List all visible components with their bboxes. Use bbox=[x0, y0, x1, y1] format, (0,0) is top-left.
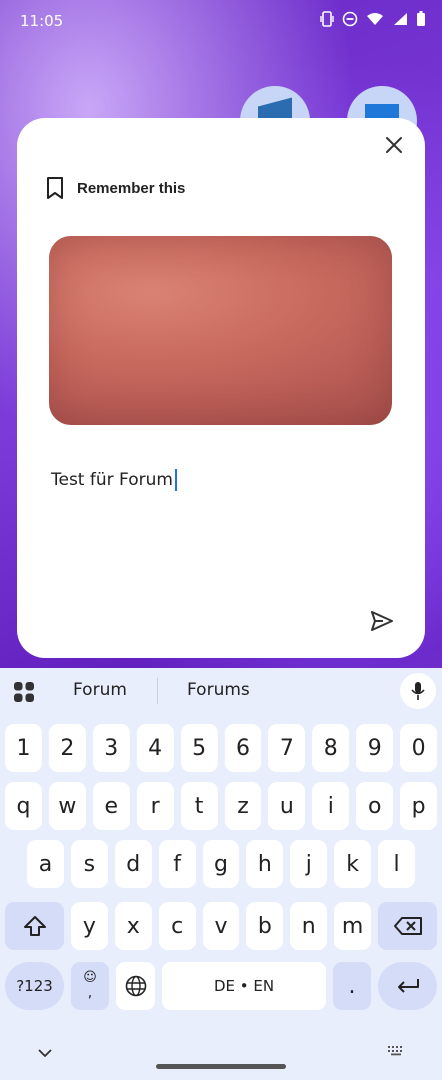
navigation-bar bbox=[0, 1030, 442, 1080]
key[interactable]: i bbox=[312, 782, 350, 830]
symbols-key[interactable]: ?123 bbox=[5, 962, 64, 1010]
comma-label: , bbox=[87, 985, 93, 1001]
key[interactable]: 3 bbox=[92, 724, 130, 772]
status-bar: 11:05 bbox=[0, 0, 442, 40]
note-input[interactable]: Test für Forum bbox=[51, 469, 177, 491]
key[interactable]: y bbox=[71, 902, 108, 950]
key[interactable]: c bbox=[158, 902, 196, 950]
key[interactable]: j bbox=[290, 840, 328, 888]
key[interactable]: 4 bbox=[136, 724, 174, 772]
key[interactable]: q bbox=[5, 782, 42, 830]
letter-row-1: q w e r t z u i o p bbox=[5, 782, 438, 830]
keyboard: Forum Forums 1 2 3 4 5 6 7 8 9 0 q w e r… bbox=[0, 668, 442, 1080]
key[interactable]: x bbox=[114, 902, 152, 950]
battery-icon bbox=[417, 11, 425, 26]
number-row: 1 2 3 4 5 6 7 8 9 0 bbox=[5, 724, 438, 772]
key[interactable]: v bbox=[202, 902, 240, 950]
remember-this-sheet: Remember this Test für Forum bbox=[17, 118, 425, 658]
key[interactable]: 0 bbox=[400, 724, 438, 772]
key[interactable]: s bbox=[70, 840, 108, 888]
wifi-icon bbox=[367, 13, 383, 25]
key[interactable]: d bbox=[114, 840, 152, 888]
key[interactable]: f bbox=[158, 840, 196, 888]
hide-keyboard-icon[interactable] bbox=[38, 1049, 52, 1058]
suggestion-1[interactable]: Forum bbox=[73, 680, 127, 700]
key[interactable]: 7 bbox=[268, 724, 306, 772]
shift-key[interactable] bbox=[5, 902, 64, 950]
note-text: Test für Forum bbox=[51, 470, 173, 490]
emoji-comma-key[interactable]: ☺ , bbox=[71, 962, 109, 1010]
status-icons bbox=[320, 11, 426, 27]
key[interactable]: 8 bbox=[312, 724, 350, 772]
letter-row-2: a s d f g h j k l bbox=[27, 840, 416, 888]
globe-icon bbox=[125, 975, 146, 997]
key[interactable]: o bbox=[356, 782, 394, 830]
key[interactable]: p bbox=[400, 782, 438, 830]
period-key[interactable]: . bbox=[333, 962, 371, 1010]
vibrate-icon bbox=[320, 11, 334, 27]
key[interactable]: z bbox=[224, 782, 262, 830]
key[interactable]: 5 bbox=[180, 724, 218, 772]
dnd-icon bbox=[342, 11, 358, 27]
bookmark-icon bbox=[47, 177, 63, 199]
key[interactable]: 6 bbox=[224, 724, 262, 772]
key[interactable]: r bbox=[136, 782, 174, 830]
backspace-key[interactable] bbox=[378, 902, 438, 950]
emoji-icon: ☺ bbox=[83, 970, 97, 985]
text-cursor bbox=[174, 469, 177, 491]
sheet-header: Remember this bbox=[45, 176, 185, 200]
key[interactable]: u bbox=[268, 782, 306, 830]
backspace-icon bbox=[393, 917, 422, 935]
space-key[interactable]: DE • EN bbox=[162, 962, 326, 1010]
key[interactable]: e bbox=[92, 782, 130, 830]
language-key[interactable] bbox=[116, 962, 155, 1010]
key[interactable]: t bbox=[180, 782, 218, 830]
clock: 11:05 bbox=[20, 12, 64, 30]
keyboard-switch-icon[interactable] bbox=[387, 1045, 405, 1056]
key[interactable]: w bbox=[48, 782, 86, 830]
home-gesture-bar[interactable] bbox=[156, 1064, 286, 1069]
voice-input-button[interactable] bbox=[400, 673, 436, 709]
shift-icon bbox=[23, 916, 46, 936]
send-icon[interactable] bbox=[369, 608, 395, 634]
key[interactable]: l bbox=[378, 840, 416, 888]
key[interactable]: m bbox=[334, 902, 372, 950]
key[interactable]: k bbox=[334, 840, 372, 888]
enter-key[interactable] bbox=[378, 962, 437, 1010]
apps-grid-icon[interactable] bbox=[13, 681, 35, 703]
captured-image bbox=[49, 236, 392, 425]
microphone-icon bbox=[411, 682, 425, 700]
key[interactable]: a bbox=[27, 840, 64, 888]
key[interactable]: b bbox=[246, 902, 284, 950]
key[interactable]: 1 bbox=[5, 724, 42, 772]
key[interactable]: 2 bbox=[48, 724, 86, 772]
enter-icon bbox=[397, 979, 419, 993]
bottom-row: ?123 ☺ , DE • EN . bbox=[5, 962, 437, 1010]
sheet-title: Remember this bbox=[77, 179, 186, 197]
key[interactable]: h bbox=[246, 840, 284, 888]
letter-row-3: y x c v b n m bbox=[5, 902, 438, 950]
suggestion-2[interactable]: Forums bbox=[187, 680, 250, 700]
key[interactable]: n bbox=[290, 902, 328, 950]
close-icon[interactable] bbox=[383, 134, 405, 156]
key[interactable]: g bbox=[202, 840, 240, 888]
suggestion-strip: Forum Forums bbox=[0, 668, 442, 714]
key[interactable]: 9 bbox=[356, 724, 394, 772]
cell-signal-icon bbox=[394, 13, 407, 25]
suggestion-divider bbox=[157, 678, 158, 704]
